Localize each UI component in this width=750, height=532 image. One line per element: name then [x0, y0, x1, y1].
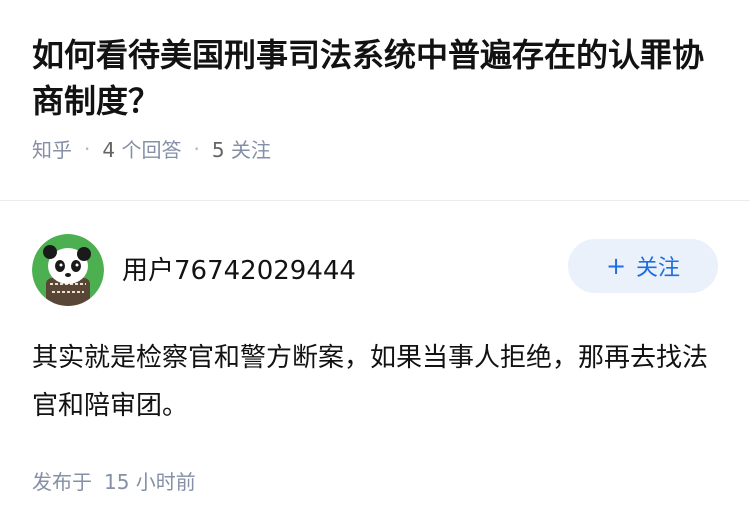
- followers-label: 关注: [230, 138, 271, 162]
- follow-button[interactable]: + 关注: [568, 239, 718, 293]
- plus-icon: +: [605, 252, 627, 280]
- meta-separator-dot: ·: [193, 136, 200, 161]
- author-row: 用户76742029444 + 关注: [32, 234, 718, 306]
- answers-label: 个回答: [121, 138, 182, 162]
- follow-button-label: 关注: [636, 256, 681, 281]
- answers-count: 4: [102, 138, 116, 162]
- published-prefix: 发布于: [32, 470, 92, 494]
- author-name[interactable]: 用户76742029444: [122, 250, 568, 287]
- panda-avatar-icon[interactable]: [32, 234, 104, 306]
- meta-separator-dot: ·: [84, 136, 91, 161]
- question-title[interactable]: 如何看待美国刑事司法系统中普遍存在的认罪协商制度？: [32, 32, 722, 124]
- answer-page: 如何看待美国刑事司法系统中普遍存在的认罪协商制度？ 知乎 · 4 个回答 · 5…: [0, 0, 750, 532]
- answer-content[interactable]: 其实就是检察官和警方断案，如果当事人拒绝，那再去找法官和陪审团。: [32, 334, 712, 430]
- section-divider: [0, 200, 750, 201]
- question-meta: 知乎 · 4 个回答 · 5 关注: [32, 134, 718, 163]
- question-header: 如何看待美国刑事司法系统中普遍存在的认罪协商制度？ 知乎 · 4 个回答 · 5…: [0, 0, 750, 168]
- followers-count-link[interactable]: 5 关注: [212, 134, 271, 163]
- published-time: 发布于 15 小时前: [32, 466, 196, 495]
- answers-count-link[interactable]: 4 个回答: [102, 134, 181, 163]
- answer-card: 用户76742029444 + 关注 其实就是检察官和警方断案，如果当事人拒绝，…: [32, 234, 718, 430]
- source-label[interactable]: 知乎: [32, 134, 72, 163]
- published-time-value: 15 小时前: [104, 470, 196, 494]
- followers-count: 5: [211, 138, 225, 162]
